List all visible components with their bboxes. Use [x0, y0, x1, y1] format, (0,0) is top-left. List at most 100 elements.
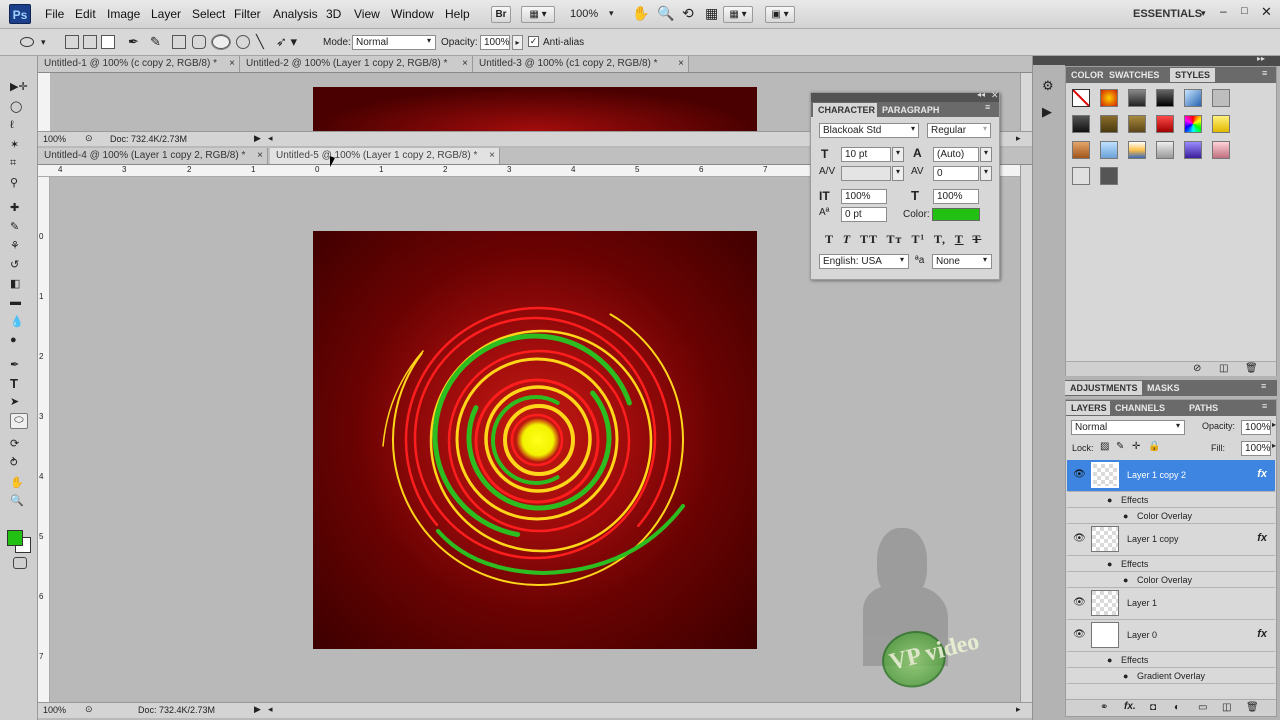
language-dropdown-icon[interactable]: ▾: [900, 255, 904, 264]
opacity-slider-button[interactable]: ▸: [512, 35, 523, 50]
shape-layers-icon[interactable]: [65, 35, 79, 49]
add-mask-icon[interactable]: ◘: [1150, 702, 1156, 713]
delete-layer-icon[interactable]: 🗑: [1246, 702, 1259, 713]
style-swatch[interactable]: [1100, 167, 1118, 185]
minimize-icon[interactable]: –: [1220, 4, 1227, 18]
style-swatch[interactable]: [1184, 141, 1202, 159]
faux-bold-icon[interactable]: T: [825, 232, 834, 246]
new-style-icon[interactable]: ◫: [1219, 363, 1228, 374]
effects-eye-icon[interactable]: ●: [1107, 655, 1112, 665]
effects-eye-icon[interactable]: ●: [1107, 559, 1112, 569]
style-swatch[interactable]: [1100, 89, 1118, 107]
vertical-scale-input[interactable]: 100%: [841, 189, 887, 204]
info-icon[interactable]: ⊙: [85, 704, 93, 715]
panel-menu-icon[interactable]: ≡: [1262, 68, 1267, 78]
menu-3d[interactable]: 3D: [326, 7, 341, 21]
blend-dropdown-icon[interactable]: ▾: [1176, 421, 1180, 430]
menu-file[interactable]: File: [45, 7, 64, 21]
panel-menu-icon[interactable]: ≡: [1262, 401, 1267, 411]
effect-item-row[interactable]: ● Gradient Overlay: [1067, 668, 1275, 684]
3d-rotate-icon[interactable]: ⟳: [10, 437, 28, 453]
style-swatch[interactable]: [1128, 115, 1146, 133]
dock-titlebar[interactable]: ▸▸: [1065, 54, 1280, 66]
close-panel-icon[interactable]: ✕: [991, 90, 999, 101]
lock-all-icon[interactable]: 🔒: [1148, 441, 1160, 452]
scroll-left-icon[interactable]: ◂: [268, 133, 273, 144]
layer-fx-icon[interactable]: fx: [1257, 628, 1267, 640]
style-swatch[interactable]: [1212, 115, 1230, 133]
foreground-color-swatch[interactable]: [7, 530, 23, 546]
style-swatch[interactable]: [1156, 141, 1174, 159]
language-select[interactable]: English: USA: [819, 254, 909, 269]
tab-styles[interactable]: STYLES: [1170, 68, 1216, 82]
hand-tool-icon[interactable]: ✋: [632, 5, 649, 22]
zoom-readout[interactable]: 100%: [43, 134, 66, 144]
layer-name[interactable]: Layer 1 copy: [1127, 534, 1179, 544]
tab-paragraph[interactable]: PARAGRAPH: [877, 103, 945, 117]
paths-icon[interactable]: [83, 35, 97, 49]
ellipse-shape-icon[interactable]: [211, 34, 231, 50]
custom-shape-icon[interactable]: ➶ ▾: [276, 34, 297, 50]
effects-row[interactable]: ● Effects: [1067, 556, 1275, 572]
menu-view[interactable]: View: [354, 7, 380, 21]
tab-color[interactable]: COLOR: [1066, 68, 1109, 82]
style-swatch[interactable]: [1128, 89, 1146, 107]
new-group-icon[interactable]: ▭: [1198, 702, 1207, 713]
menu-edit[interactable]: Edit: [75, 7, 96, 21]
style-swatch[interactable]: [1184, 89, 1202, 107]
close-tab-icon[interactable]: ×: [678, 56, 684, 72]
3d-orbit-icon[interactable]: ⥁: [10, 456, 28, 472]
maximize-icon[interactable]: □: [1241, 5, 1248, 17]
healing-icon[interactable]: ✚: [10, 201, 28, 217]
tab-untitled-3[interactable]: Untitled-3 @ 100% (c1 copy 2, RGB/8) * ×: [473, 56, 689, 72]
clear-style-icon[interactable]: ⊘: [1193, 363, 1201, 374]
layer-name[interactable]: Layer 0: [1127, 630, 1157, 640]
zoom-dropdown-icon[interactable]: ▾: [609, 8, 614, 19]
layer-name[interactable]: Layer 1: [1127, 598, 1157, 608]
menu-window[interactable]: Window: [391, 7, 434, 21]
tab-masks[interactable]: MASKS: [1142, 381, 1185, 395]
status-menu-arrow-icon[interactable]: ▶: [254, 133, 261, 144]
style-swatch[interactable]: [1072, 167, 1090, 185]
screen-mode-icon[interactable]: ▣ ▾: [765, 6, 795, 23]
add-style-icon[interactable]: fx.: [1124, 701, 1136, 712]
fill-slider-icon[interactable]: ▸: [1272, 441, 1276, 450]
style-swatch[interactable]: [1100, 141, 1118, 159]
collapse-icon[interactable]: ◂◂: [977, 90, 985, 99]
pen-tool-icon[interactable]: ✒: [128, 34, 139, 50]
stamp-icon[interactable]: ⚘: [10, 239, 28, 255]
style-swatch[interactable]: [1212, 141, 1230, 159]
line-shape-icon[interactable]: ╲: [256, 34, 264, 50]
workspace-switcher[interactable]: ESSENTIALS: [1133, 8, 1202, 20]
effect-eye-icon[interactable]: ●: [1123, 671, 1128, 681]
visibility-eye-icon[interactable]: 👁: [1073, 469, 1086, 480]
text-color-swatch[interactable]: [932, 208, 980, 221]
layer-opacity-input[interactable]: 100%: [1241, 420, 1271, 435]
freeform-pen-icon[interactable]: ✎: [150, 34, 161, 50]
menu-help[interactable]: Help: [445, 7, 470, 21]
layer-row[interactable]: 👁 Layer 1: [1067, 588, 1275, 620]
hand-icon[interactable]: ✋: [10, 476, 28, 492]
all-caps-icon[interactable]: TT: [860, 232, 878, 246]
style-swatch[interactable]: [1072, 115, 1090, 133]
move-icon[interactable]: ▶✛: [10, 80, 28, 96]
horizontal-scale-input[interactable]: 100%: [933, 189, 979, 204]
zoom-icon[interactable]: 🔍: [10, 494, 28, 510]
effects-row[interactable]: ● Effects: [1067, 652, 1275, 668]
bridge-button[interactable]: Br: [491, 6, 511, 23]
effect-item-row[interactable]: ● Color Overlay: [1067, 572, 1275, 588]
font-size-dropdown-icon[interactable]: ▾: [892, 147, 904, 162]
small-caps-icon[interactable]: Tт: [887, 232, 903, 246]
preset-dropdown-icon[interactable]: ▾: [41, 37, 46, 48]
tab-character[interactable]: CHARACTER: [813, 103, 880, 117]
ellipse-tool-preset-icon[interactable]: [20, 37, 34, 47]
new-layer-icon[interactable]: ◫: [1222, 702, 1231, 713]
tab-layers[interactable]: LAYERS: [1066, 401, 1112, 415]
layer-name[interactable]: Layer 1 copy 2: [1127, 470, 1186, 480]
dock-titlebar[interactable]: [1033, 56, 1066, 65]
panel-menu-icon[interactable]: ≡: [985, 102, 990, 112]
main-canvas[interactable]: [313, 231, 757, 649]
style-swatch[interactable]: [1212, 89, 1230, 107]
tracking-dropdown-icon[interactable]: ▾: [980, 166, 992, 181]
rounded-rect-shape-icon[interactable]: [192, 35, 206, 49]
